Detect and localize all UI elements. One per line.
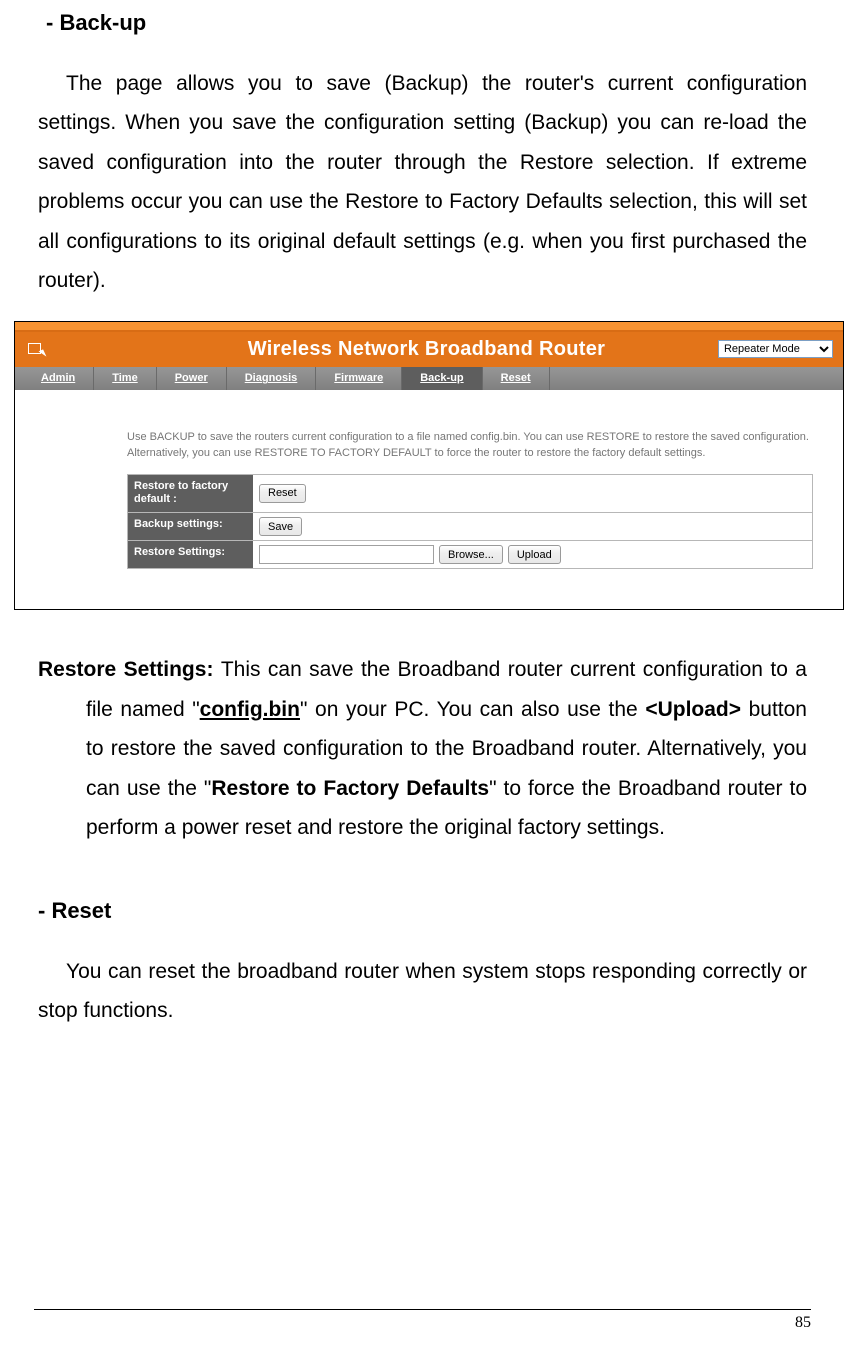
- restore-file-input[interactable]: [259, 545, 434, 564]
- heading-reset: - Reset: [38, 898, 807, 924]
- restore-upload-bold: <Upload>: [645, 698, 741, 721]
- app-icon: [25, 340, 45, 358]
- paragraph-backup: The page allows you to save (Backup) the…: [38, 64, 807, 301]
- reset-button[interactable]: Reset: [259, 484, 306, 503]
- label-factory-default: Restore to factory default :: [128, 475, 253, 513]
- paragraph-restore-settings: Restore Settings: This can save the Broa…: [86, 650, 807, 847]
- row-backup-settings: Backup settings: Save: [127, 513, 813, 541]
- restore-settings-label: Restore Settings:: [38, 658, 221, 681]
- row-factory-default: Restore to factory default : Reset: [127, 474, 813, 514]
- router-screenshot: Wireless Network Broadband Router Repeat…: [14, 321, 844, 610]
- orange-top-bar: [15, 322, 843, 330]
- restore-configbin: config.bin: [200, 698, 300, 721]
- paragraph-reset: You can reset the broadband router when …: [38, 952, 807, 1031]
- browse-button[interactable]: Browse...: [439, 545, 503, 564]
- upload-button[interactable]: Upload: [508, 545, 561, 564]
- mode-select[interactable]: Repeater Mode: [718, 340, 833, 358]
- tab-power[interactable]: Power: [157, 367, 227, 390]
- restore-seg2: " on your PC. You can also use the: [300, 698, 645, 721]
- router-title-bar: Wireless Network Broadband Router Repeat…: [15, 332, 843, 367]
- router-title: Wireless Network Broadband Router: [158, 338, 606, 361]
- restore-factory-bold: Restore to Factory Defaults: [211, 777, 489, 800]
- page-footer: 85: [34, 1309, 811, 1332]
- row-restore-settings: Restore Settings: Browse... Upload: [127, 541, 813, 569]
- router-tab-bar: Admin Time Power Diagnosis Firmware Back…: [15, 367, 843, 390]
- tab-backup[interactable]: Back-up: [402, 367, 482, 390]
- tab-time[interactable]: Time: [94, 367, 156, 390]
- page-number: 85: [795, 1314, 811, 1331]
- tab-admin[interactable]: Admin: [23, 367, 94, 390]
- settings-table: Restore to factory default : Reset Backu…: [127, 474, 813, 570]
- tab-firmware[interactable]: Firmware: [316, 367, 402, 390]
- tab-reset[interactable]: Reset: [483, 367, 550, 390]
- label-restore-settings: Restore Settings:: [128, 541, 253, 568]
- router-intro-text: Use BACKUP to save the routers current c…: [127, 430, 813, 462]
- save-button[interactable]: Save: [259, 517, 302, 536]
- heading-backup: - Back-up: [46, 10, 807, 36]
- tab-diagnosis[interactable]: Diagnosis: [227, 367, 317, 390]
- label-backup-settings: Backup settings:: [128, 513, 253, 540]
